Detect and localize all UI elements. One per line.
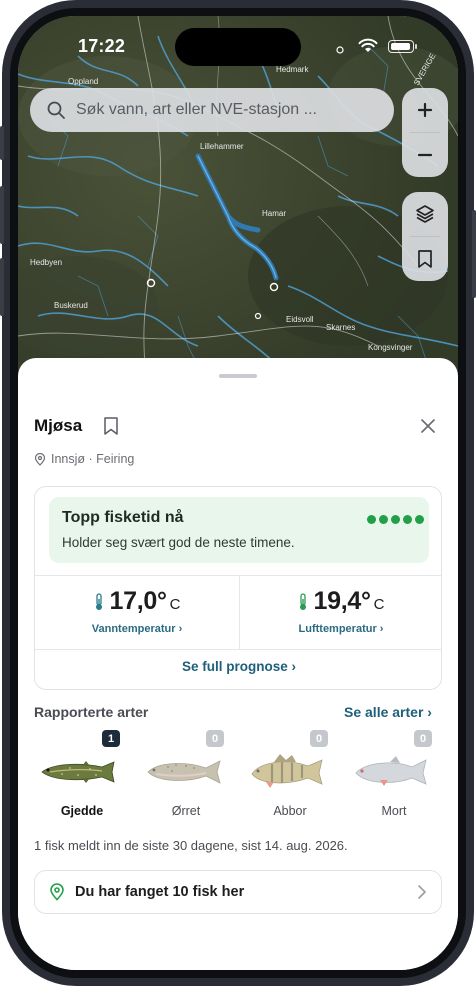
screen: Oppland Lillehammer Hamar Hedmark Hedbye… bbox=[18, 16, 458, 970]
rating-dot bbox=[367, 515, 376, 524]
species-item-gjedde[interactable]: 1 Gjedde bbox=[32, 730, 132, 822]
zoom-controls bbox=[402, 88, 448, 177]
layers-icon bbox=[416, 205, 434, 223]
rating-dot bbox=[403, 515, 412, 524]
my-catches-row[interactable]: Du har fanget 10 fisk her bbox=[34, 870, 442, 914]
report-summary-text: 1 fisk meldt inn de siste 30 dagene, sis… bbox=[34, 838, 348, 853]
lake-detail-sheet: Mjøsa Innsjø · Feiring Topp fisketid nå … bbox=[18, 358, 458, 970]
trout-fish-icon bbox=[147, 760, 221, 784]
map-label-eidsvoll: Eidsvoll bbox=[286, 315, 314, 324]
volume-down-button bbox=[0, 258, 4, 316]
rating-dot bbox=[391, 515, 400, 524]
map-label-hamar: Hamar bbox=[262, 209, 286, 218]
water-temperature-value: 17,0° bbox=[109, 587, 167, 615]
see-all-species-link[interactable]: Se alle arter › bbox=[344, 704, 432, 720]
pike-fish-icon bbox=[41, 761, 115, 783]
species-name: Abbor bbox=[273, 804, 307, 818]
my-catches-label: Du har fanget 10 fisk her bbox=[75, 884, 245, 900]
lake-subtitle-text: Innsjø · Feiring bbox=[51, 452, 135, 466]
thermometer-icon bbox=[95, 592, 102, 610]
water-temperature-unit: C bbox=[169, 596, 181, 613]
lake-title: Mjøsa bbox=[34, 416, 83, 435]
search-bar[interactable] bbox=[30, 88, 394, 132]
species-item-orret[interactable]: 0 Ørret bbox=[136, 730, 236, 822]
fishing-info-card: Topp fisketid nå Holder seg svært god de… bbox=[34, 486, 442, 690]
species-count-badge: 0 bbox=[414, 730, 432, 747]
water-temperature-label: Vanntemperatur › bbox=[91, 623, 183, 635]
air-temperature-label: Lufttemperatur › bbox=[298, 623, 384, 635]
location-pin-icon bbox=[50, 883, 64, 901]
power-button bbox=[472, 210, 476, 298]
zoom-in-button[interactable] bbox=[402, 88, 448, 132]
search-icon bbox=[47, 101, 65, 119]
layers-button[interactable] bbox=[402, 192, 448, 236]
full-forecast-link[interactable]: Se full prognose › bbox=[35, 659, 441, 674]
chevron-right-icon bbox=[418, 885, 426, 899]
map-label-skarnes: Skarnes bbox=[326, 323, 355, 332]
map-label-kongsvinger: Kongsvinger bbox=[368, 343, 413, 352]
battery-cap bbox=[415, 44, 417, 49]
satellite-map: Oppland Lillehammer Hamar Hedmark Hedbye… bbox=[18, 16, 458, 396]
lake-subtitle: Innsjø · Feiring bbox=[34, 452, 134, 466]
bookmark-icon bbox=[104, 417, 118, 435]
rating-dot bbox=[415, 515, 424, 524]
dynamic-island bbox=[175, 28, 301, 66]
thermometer-icon bbox=[299, 592, 306, 610]
bookmark-icon bbox=[418, 250, 432, 268]
species-count-badge: 1 bbox=[102, 730, 120, 747]
best-fishing-time-banner: Topp fisketid nå Holder seg svært god de… bbox=[49, 497, 429, 563]
air-temperature-value: 19,4° bbox=[313, 587, 371, 615]
map-label-oppland: Oppland bbox=[68, 77, 98, 86]
species-name: Ørret bbox=[171, 804, 201, 818]
rating-dot bbox=[379, 515, 388, 524]
air-temperature-unit: C bbox=[373, 596, 385, 613]
map-view[interactable]: Oppland Lillehammer Hamar Hedmark Hedbye… bbox=[18, 16, 458, 396]
species-count-badge: 0 bbox=[310, 730, 328, 747]
bookmark-lake-button[interactable] bbox=[102, 416, 120, 441]
map-label-lillehammer: Lillehammer bbox=[200, 142, 244, 151]
species-section-title: Rapporterte arter bbox=[34, 704, 149, 720]
search-input[interactable] bbox=[76, 101, 366, 119]
close-button[interactable] bbox=[416, 414, 440, 438]
species-item-mort[interactable]: 0 Mort bbox=[344, 730, 444, 822]
species-count-badge: 0 bbox=[206, 730, 224, 747]
wifi-icon bbox=[358, 38, 378, 52]
close-icon bbox=[421, 419, 435, 433]
saved-places-button[interactable] bbox=[402, 237, 448, 281]
status-bar: 17:22 bbox=[18, 16, 458, 70]
roach-fish-icon bbox=[355, 756, 427, 786]
species-item-abbor[interactable]: 0 Abbor bbox=[240, 730, 340, 822]
best-time-subtitle: Holder seg svært god de neste timene. bbox=[62, 535, 295, 550]
best-time-title: Topp fisketid nå bbox=[62, 509, 184, 526]
divider bbox=[35, 649, 441, 650]
location-pin-icon bbox=[34, 452, 46, 466]
species-name: Mort bbox=[381, 804, 407, 818]
air-temperature-cell[interactable]: 19,4° C Lufttemperatur › bbox=[239, 583, 441, 647]
zoom-out-button[interactable] bbox=[402, 133, 448, 177]
map-label-hedbyen: Hedbyen bbox=[30, 258, 62, 267]
rating-dots bbox=[367, 515, 424, 524]
plus-icon bbox=[417, 102, 433, 118]
sheet-grabber[interactable] bbox=[219, 374, 257, 378]
map-layer-controls bbox=[402, 192, 448, 281]
species-name: Gjedde bbox=[60, 804, 104, 818]
water-temperature-cell[interactable]: 17,0° C Vanntemperatur › bbox=[35, 583, 239, 647]
volume-up-button bbox=[0, 186, 4, 244]
perch-fish-icon bbox=[251, 754, 323, 788]
silent-switch bbox=[0, 126, 4, 160]
minus-icon bbox=[417, 153, 433, 157]
map-label-buskerud: Buskerud bbox=[54, 301, 88, 310]
battery-icon bbox=[388, 40, 414, 53]
status-time: 17:22 bbox=[78, 36, 126, 56]
